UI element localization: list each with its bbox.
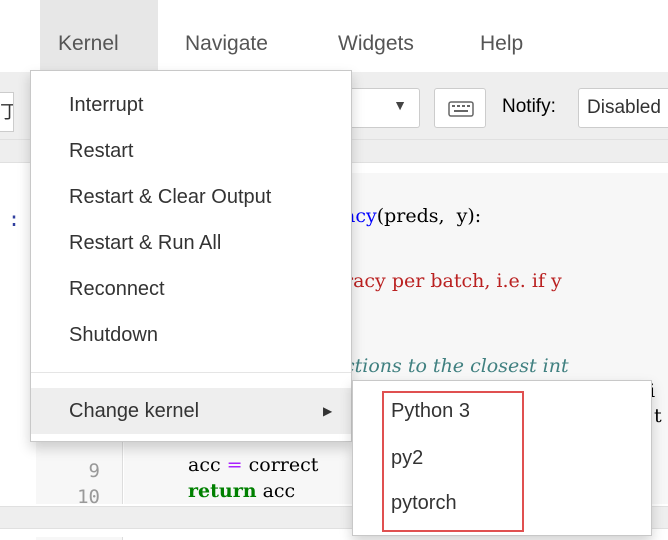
code-text: acc — [262, 480, 296, 502]
code-text: acc — [188, 454, 221, 476]
code-keyword: return — [188, 480, 257, 502]
menu-item-shutdown[interactable]: Shutdown — [31, 312, 351, 358]
kernel-option-py2[interactable]: py2 — [391, 438, 591, 478]
toolbar-button-glyph: 丁 — [0, 102, 13, 122]
kernel-option-python3[interactable]: Python 3 — [391, 391, 591, 431]
menu-navigate[interactable]: Navigate — [167, 0, 286, 72]
menu-widgets[interactable]: Widgets — [320, 0, 432, 72]
code-text: (preds, y): — [376, 205, 482, 227]
command-palette-button[interactable] — [434, 88, 486, 128]
code-line: acc = correct — [188, 454, 318, 476]
code-operator: = — [226, 454, 243, 476]
line-number: 9 — [88, 460, 100, 482]
menu-item-interrupt[interactable]: Interrupt — [31, 82, 351, 128]
code-line: t — [654, 405, 662, 427]
menu-divider — [31, 372, 351, 373]
notebook-window: Kernel Navigate Widgets Help 丁 ▼ Notify:… — [0, 0, 668, 540]
kernel-option-pytorch[interactable]: pytorch — [391, 483, 591, 523]
menu-item-reconnect[interactable]: Reconnect — [31, 266, 351, 312]
menu-item-restart-run-all[interactable]: Restart & Run All — [31, 220, 351, 266]
code-line: return acc — [188, 480, 295, 502]
cell-type-select[interactable]: ▼ — [340, 88, 420, 128]
menu-help[interactable]: Help — [462, 0, 541, 72]
menu-item-restart-clear-output[interactable]: Restart & Clear Output — [31, 174, 351, 220]
input-prompt: : — [8, 207, 21, 231]
kernel-dropdown-menu: Interrupt Restart Restart & Clear Output… — [30, 70, 352, 442]
menu-item-change-kernel[interactable]: Change kernel ▶ — [31, 388, 351, 434]
keyboard-icon — [448, 101, 474, 117]
code-line: racy per batch, i.e. if y — [344, 270, 562, 292]
caret-right-icon: ▶ — [323, 404, 333, 418]
notify-label: Notify: — [502, 96, 556, 117]
change-kernel-submenu: Python 3 py2 pytorch — [352, 380, 652, 536]
toolbar-button-partial[interactable]: 丁 — [0, 92, 14, 132]
code-line: acy(preds, y): — [344, 205, 481, 227]
chevron-down-icon: ▼ — [393, 97, 407, 113]
change-kernel-label: Change kernel — [69, 400, 200, 422]
code-text: correct — [248, 454, 319, 476]
line-number: 10 — [77, 486, 100, 508]
code-line: ctions to the closest int — [344, 355, 569, 377]
notify-select[interactable]: Disabled — [578, 88, 668, 128]
menu-item-restart[interactable]: Restart — [31, 128, 351, 174]
menu-kernel[interactable]: Kernel — [40, 0, 158, 72]
menubar: Kernel Navigate Widgets Help — [0, 0, 668, 72]
